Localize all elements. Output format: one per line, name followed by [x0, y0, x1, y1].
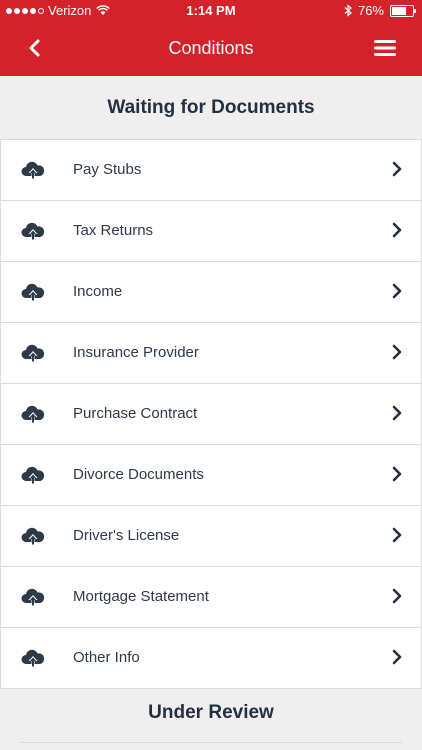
list-item[interactable]: Income [1, 262, 421, 323]
chevron-right-icon [392, 283, 402, 299]
cloud-upload-icon [21, 161, 45, 179]
list-item-label: Driver's License [73, 527, 180, 544]
chevron-right-icon [392, 405, 402, 421]
list-item[interactable]: Insurance Provider [1, 323, 421, 384]
list-item-label: Tax Returns [73, 222, 154, 239]
waiting-documents-list: Pay Stubs Tax Returns Income Insurance Prov… [0, 139, 422, 689]
nav-bar: Conditions [0, 22, 422, 76]
chevron-right-icon [392, 161, 402, 177]
list-item[interactable]: Driver's License [1, 506, 421, 567]
list-item-label: Purchase Contract [73, 405, 198, 422]
list-item-label: Pay Stubs [73, 161, 142, 178]
list-item[interactable]: Divorce Documents [1, 445, 421, 506]
review-section-title: Under Review [148, 702, 274, 723]
cloud-upload-icon [21, 527, 45, 545]
battery-fill [392, 6, 406, 15]
cloud-upload-icon [21, 588, 45, 606]
cloud-upload-icon [21, 283, 45, 301]
status-bar: Verizon 1:14 PM 76% [0, 0, 422, 22]
status-right: 76% [344, 3, 416, 18]
list-item-label: Mortgage Statement [73, 588, 209, 605]
chevron-right-icon [392, 527, 402, 543]
chevron-right-icon [392, 466, 402, 482]
cloud-upload-icon [21, 466, 45, 484]
cloud-upload-icon [21, 222, 45, 240]
chevron-right-icon [392, 344, 402, 360]
cloud-upload-icon [21, 344, 45, 362]
list-item-label: Insurance Provider [73, 344, 199, 361]
chevron-right-icon [392, 649, 402, 665]
waiting-section-title: Waiting for Documents [107, 97, 315, 118]
list-item[interactable]: Pay Stubs [1, 140, 421, 201]
battery-percent: 76% [357, 3, 384, 18]
page-title: Conditions [168, 38, 254, 58]
list-item[interactable]: Other Info [1, 628, 421, 688]
list-item[interactable]: Purchase Contract [1, 384, 421, 445]
bluetooth-icon [344, 4, 352, 17]
cloud-upload-icon [21, 405, 45, 423]
chevron-right-icon [392, 222, 402, 238]
divider [20, 742, 402, 743]
list-item[interactable]: Mortgage Statement [1, 567, 421, 628]
list-item[interactable]: Tax Returns [1, 201, 421, 262]
cloud-upload-icon [21, 649, 45, 667]
list-item-label: Income [73, 283, 123, 300]
list-item-label: Divorce Documents [73, 466, 204, 483]
hamburger-menu-button[interactable] [374, 38, 396, 58]
list-item-label: Other Info [73, 649, 140, 666]
chevron-right-icon [392, 588, 402, 604]
battery-icon [390, 4, 416, 17]
